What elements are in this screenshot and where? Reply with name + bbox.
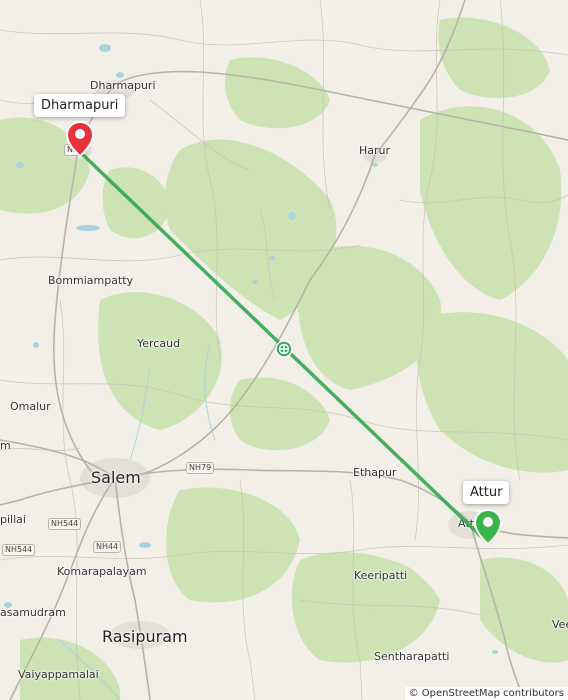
town-label-bommiampatty: Bommiampatty bbox=[48, 274, 134, 287]
town-label-salem: Salem bbox=[91, 468, 141, 487]
town-label-komarapalayam: Komarapalayam bbox=[57, 565, 147, 578]
start-map-pin-icon[interactable] bbox=[65, 120, 95, 158]
town-label-pillai-partial: pillai bbox=[0, 513, 26, 526]
town-label-yercaud: Yercaud bbox=[137, 337, 181, 350]
road-shield-nh544: NH544 bbox=[2, 544, 36, 556]
town-label-vee-partial: Vee bbox=[552, 618, 568, 631]
town-label-vaiyappamalai: Vaiyappamalai bbox=[18, 668, 99, 681]
town-label-keeripatti: Keeripatti bbox=[354, 569, 408, 582]
end-map-pin-icon[interactable] bbox=[473, 508, 503, 546]
town-label-sentharapatti: Sentharapatti bbox=[374, 650, 450, 663]
route-midpoint-icon[interactable] bbox=[275, 340, 293, 358]
road-shield-nh544: NH544 bbox=[48, 518, 82, 530]
end-marker-label-text: Attur bbox=[470, 485, 503, 500]
end-marker-label: Attur bbox=[463, 481, 510, 504]
map-view[interactable]: NH79 NH544 NH544 NH44 NH4 Dharmapuri Har… bbox=[0, 0, 568, 700]
town-label-samudram-partial: asamudram bbox=[0, 606, 66, 619]
town-label-dharmapuri: Dharmapuri bbox=[90, 79, 156, 92]
town-label-harur: Harur bbox=[359, 144, 391, 157]
road-shield-nh79: NH79 bbox=[186, 462, 215, 474]
town-label-rasipuram: Rasipuram bbox=[102, 627, 188, 646]
start-marker-label: Dharmapuri bbox=[34, 94, 126, 117]
town-label-m-partial: m bbox=[0, 439, 11, 452]
road-shield-nh44: NH44 bbox=[93, 541, 122, 553]
town-label-ethapur: Ethapur bbox=[353, 466, 397, 479]
start-marker-label-text: Dharmapuri bbox=[41, 98, 119, 113]
map-attribution[interactable]: © OpenStreetMap contributors bbox=[404, 687, 568, 700]
town-label-omalur: Omalur bbox=[10, 400, 51, 413]
